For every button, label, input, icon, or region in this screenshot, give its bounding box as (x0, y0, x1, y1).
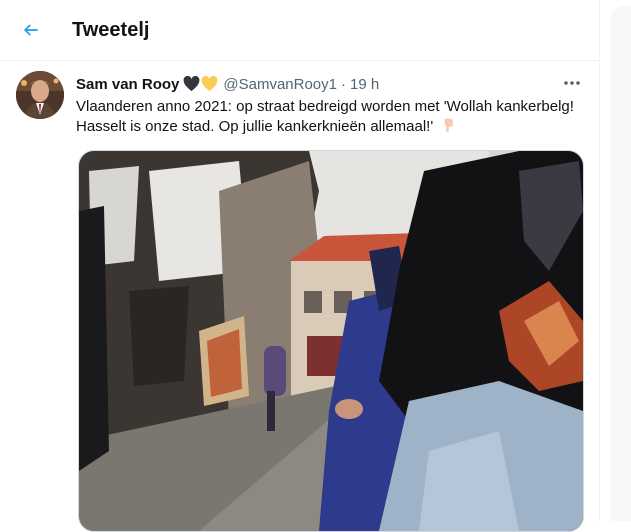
page-title: Tweetelj (72, 18, 150, 41)
tweet-text: Vlaanderen anno 2021: op straat bedreigd… (76, 97, 586, 137)
meta-separator: · (341, 75, 346, 93)
page-header: Tweetelj (0, 0, 599, 61)
video-frame (79, 151, 583, 531)
right-sidebar (600, 0, 631, 521)
more-dots-icon (564, 81, 580, 85)
more-button[interactable] (558, 71, 586, 95)
tweet-media-video[interactable] (78, 150, 584, 532)
arrow-left-icon (23, 24, 38, 36)
timeline-column: Tweetelj Sam van Rooy @SamvanRooy1 · 19 … (0, 0, 600, 532)
tweet-meta: Sam van Rooy @SamvanRooy1 · 19 h (76, 73, 379, 95)
author-handle[interactable]: @SamvanRooy1 (223, 76, 337, 93)
sidebar-card (610, 6, 631, 521)
yellow-heart-icon (202, 76, 218, 92)
back-button[interactable] (14, 13, 48, 47)
tweet-text-content: Vlaanderen anno 2021: op straat bedreigd… (76, 98, 574, 135)
pointing-down-icon (444, 118, 454, 132)
black-heart-icon (184, 76, 200, 92)
profile-emoji (183, 76, 218, 92)
avatar[interactable] (16, 71, 64, 119)
tweet-time[interactable]: 19 h (350, 76, 379, 93)
author-name[interactable]: Sam van Rooy (76, 76, 179, 93)
tweet[interactable]: Sam van Rooy @SamvanRooy1 · 19 h Vlaande… (0, 61, 599, 532)
